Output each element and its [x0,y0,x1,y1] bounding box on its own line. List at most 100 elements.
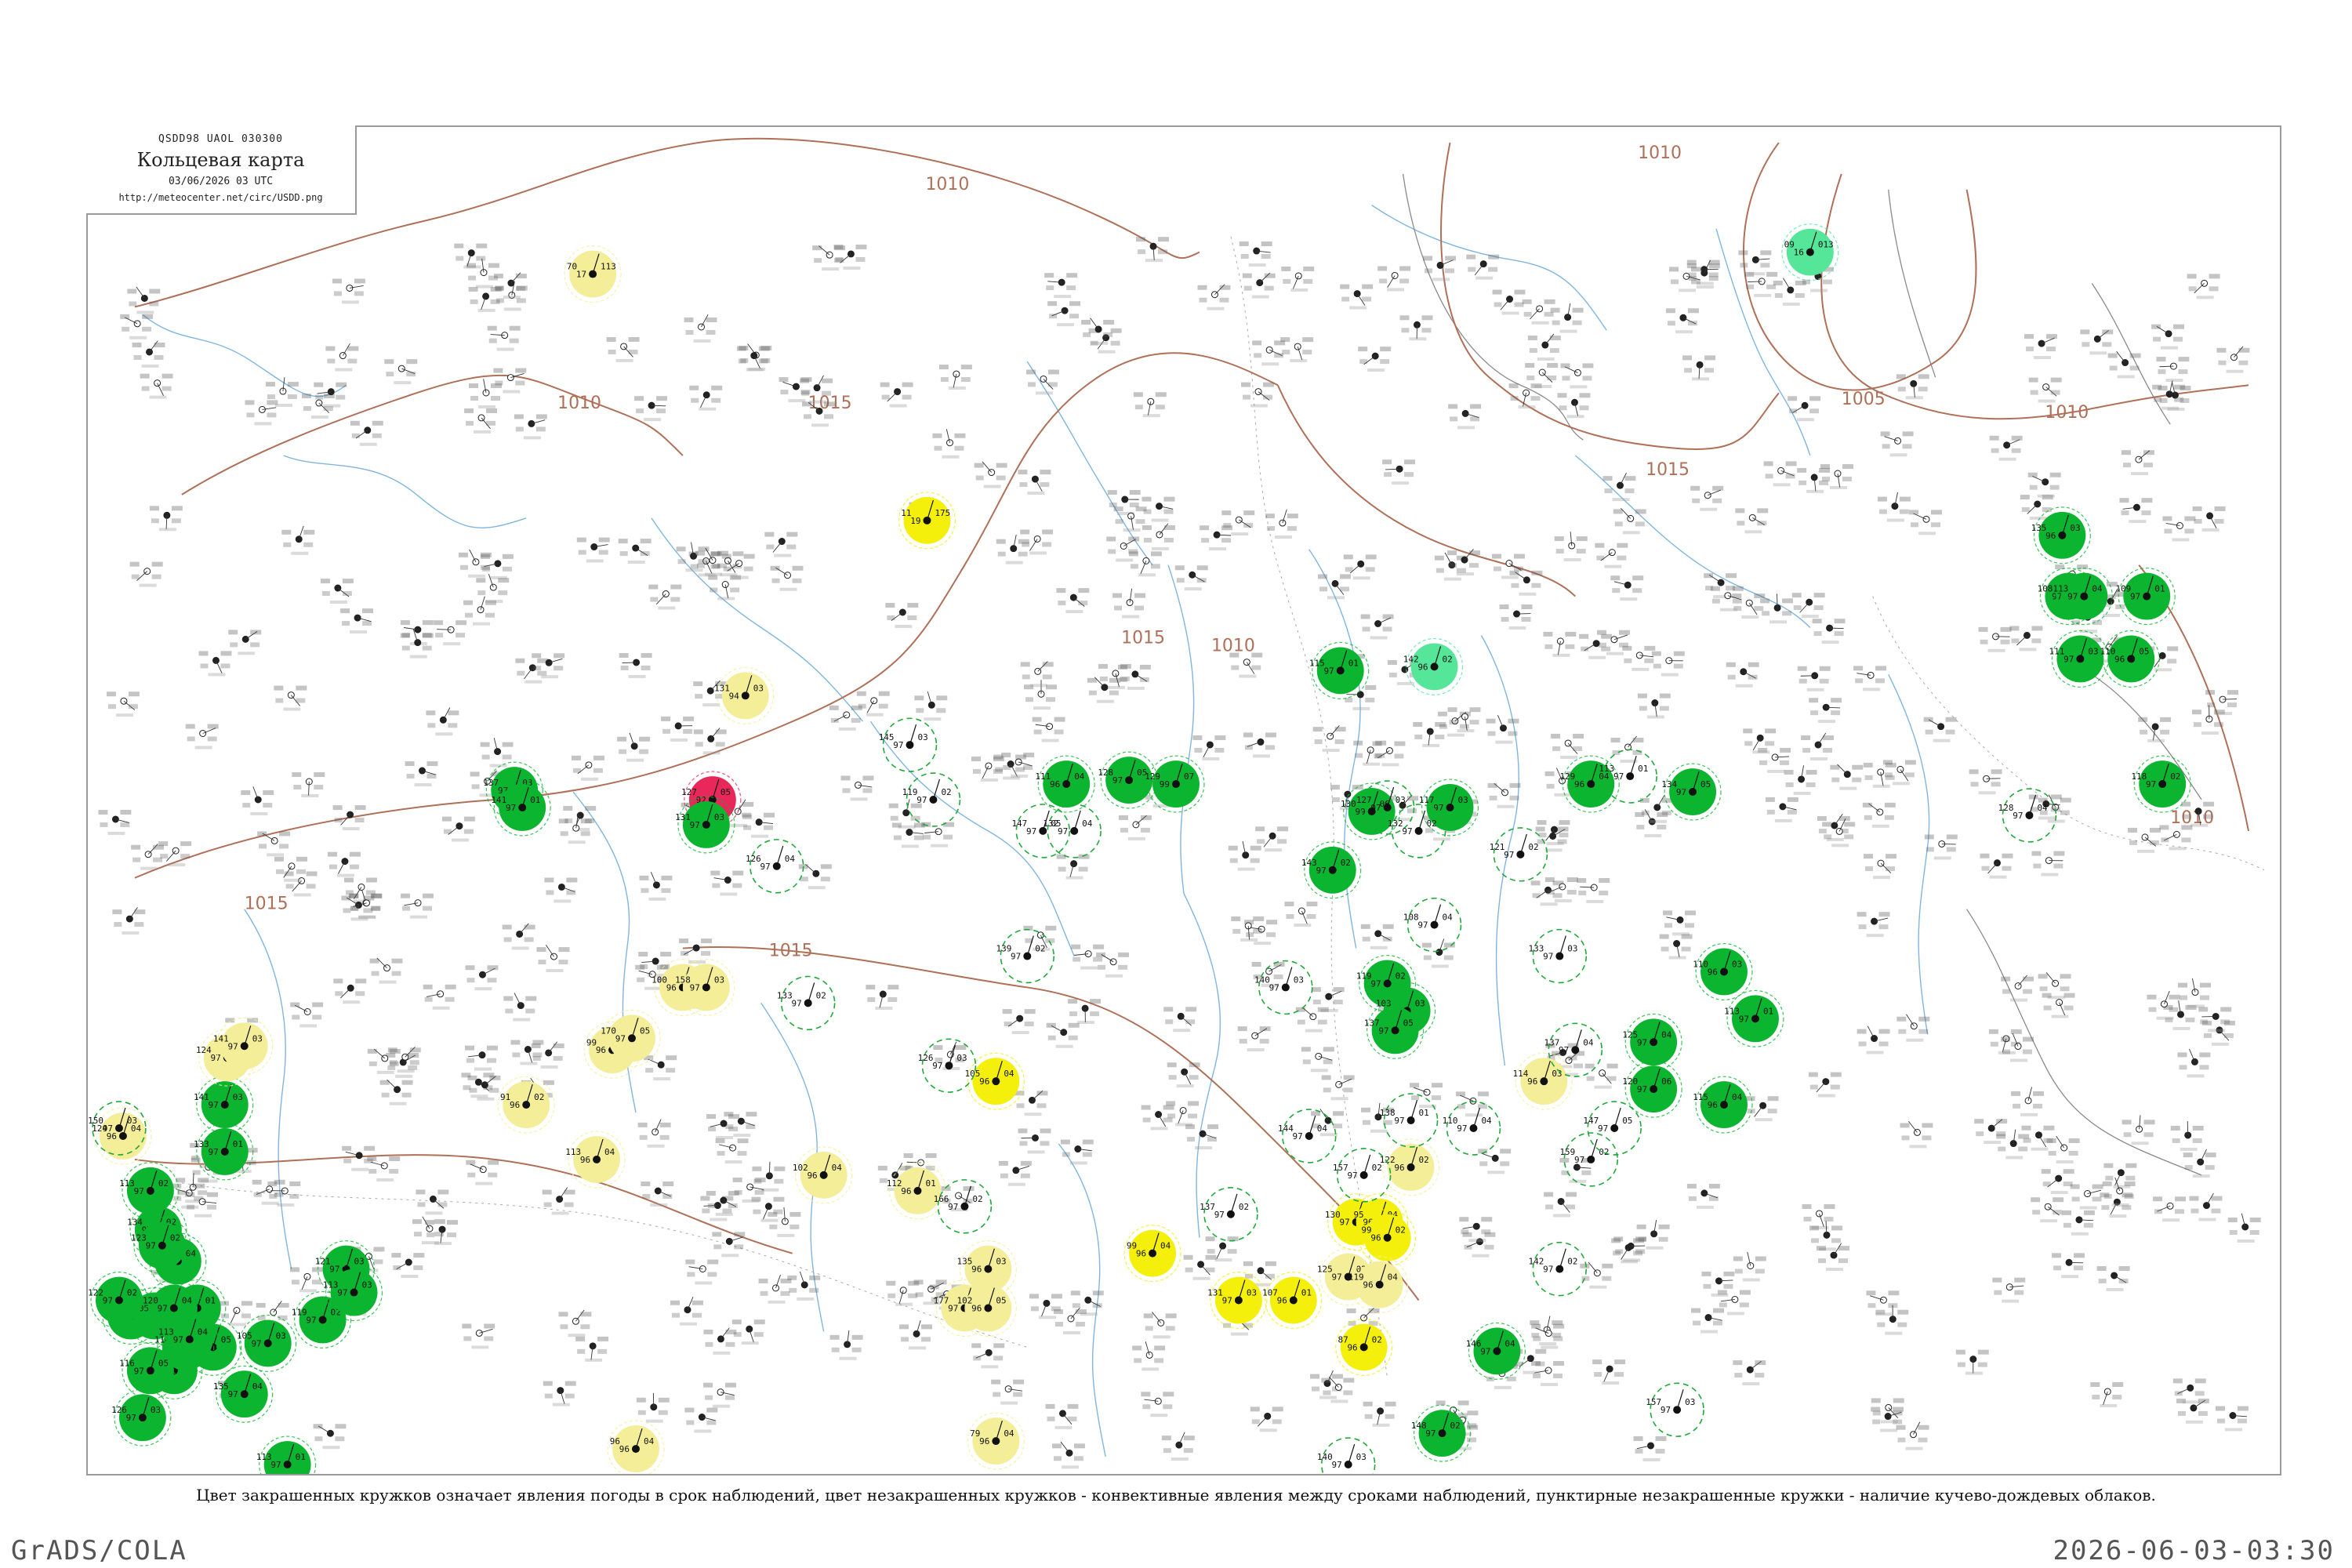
station-marker[interactable]: 14397 02 [1301,841,1362,899]
station-dot [1281,983,1290,992]
station-marker[interactable]: 12597 04 [1622,1013,1682,1071]
dewpoint-label: 97 [1676,787,1686,797]
station-marker[interactable]: 13397 02 [777,975,836,1031]
obs-glyph [2127,827,2161,853]
obs-glyph [1980,853,2013,879]
obs-glyph [1143,1312,1177,1339]
obs-glyph [1738,250,1772,276]
station-marker[interactable]: 799604 [967,1412,1025,1470]
temperature-label: 113 [119,1178,135,1189]
station-marker[interactable]: 11296 01 [887,1162,947,1220]
station-marker[interactable]: 13297 04 [1043,804,1102,858]
station-marker[interactable]: 919602 [497,1076,555,1134]
station-marker[interactable]: 879602 [1335,1318,1393,1376]
temperature-label: 123 [131,1233,147,1243]
station-marker[interactable]: 14197 03 [194,1076,254,1134]
dewpoint-label: 97 [1339,1218,1349,1228]
station-marker[interactable]: 11496 03 [1513,1052,1573,1110]
station-marker[interactable]: 13194 03 [714,666,775,724]
station-marker[interactable]: 12697 03 [918,1038,977,1093]
temperature-label: 113 [1724,1006,1740,1016]
station-marker[interactable]: 10796 01 [1262,1272,1323,1330]
obs-glyph [1047,301,1081,327]
temperature-label: 133 [1529,944,1544,954]
station-marker[interactable]: 14697 04 [1466,1322,1526,1380]
station-marker[interactable]: 13197 03 [1207,1272,1268,1330]
station-marker[interactable]: 0916013 [1781,223,1839,281]
station-marker[interactable]: 11397 01 [1724,989,1784,1047]
obs-glyph [1142,523,1175,550]
obs-glyph [1989,435,2023,461]
pressure-label: 07 [1184,771,1194,782]
station-marker[interactable]: 12897 04 [1998,788,2057,843]
station-marker[interactable]: 13597 04 [213,1365,274,1423]
station-marker[interactable]: 12097 06 [1622,1060,1682,1118]
station-marker[interactable]: 14097 03 [1254,960,1313,1015]
station-marker[interactable]: 13596 03 [2031,506,2091,564]
station-marker[interactable]: 14097 03 [1317,1437,1376,1474]
dewpoint-label: 97 [1370,803,1381,813]
obs-glyph [2227,1213,2261,1243]
temperature-label: 129 [1145,771,1160,782]
station-marker[interactable]: 13797 02 [1200,1187,1258,1242]
station-marker[interactable]: 7017113 [564,245,622,303]
station-marker[interactable]: 1119175 [898,492,956,550]
station-marker[interactable]: 15797 03 [1646,1382,1704,1437]
temperature-label: 128 [1098,768,1113,778]
obs-glyph [289,1267,323,1293]
station-marker[interactable]: 999602 [1359,1209,1417,1267]
station-marker[interactable]: 11397 01 [256,1436,317,1474]
obs-glyph [1312,725,1346,753]
station-marker[interactable]: 13397 03 [1529,928,1588,984]
obs-glyph [543,1381,576,1406]
station-marker[interactable]: 11396 04 [565,1131,626,1189]
station-marker[interactable]: 10997 01 [2115,568,2176,626]
obs-glyph [670,1297,703,1326]
station-marker[interactable]: 12697 03 [111,1388,172,1446]
obs-glyph [384,359,418,385]
synoptic-map[interactable]: 1010 1010 1015 1015 1015 1010 1015 1015 … [88,127,2280,1474]
obs-glyph [2090,1382,2124,1407]
dewpoint-label: 96 [979,1436,989,1446]
station-marker[interactable]: 11097 04 [1443,1101,1501,1156]
temperature-label: 119 [902,787,918,797]
station-marker[interactable]: 13997 02 [996,928,1055,984]
station-marker[interactable]: 1229602 [1380,1138,1440,1196]
obs-glyph [1691,1308,1724,1334]
wind-barb [1417,810,1426,832]
obs-glyph [245,400,278,426]
station-marker[interactable]: 14296 02 [1403,637,1464,695]
obs-glyph [880,382,913,408]
obs-glyph [2162,516,2196,542]
obs-glyph [1896,1421,1929,1450]
station-marker[interactable]: 14797 05 [1583,1101,1642,1156]
station-marker[interactable]: 11096 03 [1693,942,1753,1001]
station-marker[interactable]: 1059604 [965,1052,1025,1110]
station-marker[interactable]: 11596 04 [1693,1076,1753,1134]
station-marker[interactable]: 12999 07 [1145,755,1205,813]
station-dot [2058,531,2067,539]
obs-glyph [1602,472,1636,502]
station-marker[interactable]: 12197 02 [1490,827,1548,882]
temperature-label: 127 [1356,795,1372,805]
obs-glyph [974,461,1007,488]
station-marker[interactable]: 12697 04 [746,839,804,894]
station-marker[interactable]: 11096 05 [2100,630,2160,688]
station-marker[interactable]: 999604 [1123,1225,1181,1283]
station-marker[interactable]: 10296 04 [793,1146,853,1204]
temperature-label: 116 [119,1358,135,1368]
station-marker[interactable]: 969604 [607,1420,665,1474]
obs-glyph [1853,666,1887,691]
station-marker[interactable]: 14297 02 [1529,1241,1588,1297]
isobar-1015-east [1276,384,1576,597]
obs-glyph [1192,735,1226,760]
obs-glyph [644,1055,677,1081]
dewpoint-label: 97 [791,998,801,1008]
station-dot [1587,1155,1595,1163]
dewpoint-label: 97 [209,1147,219,1157]
obs-glyph [1830,764,1864,790]
station-marker[interactable]: 11196 04 [1035,755,1095,813]
obs-glyph [1579,633,1613,659]
obs-glyph [1817,1243,1849,1272]
temperature-label: 150 [88,1116,103,1126]
